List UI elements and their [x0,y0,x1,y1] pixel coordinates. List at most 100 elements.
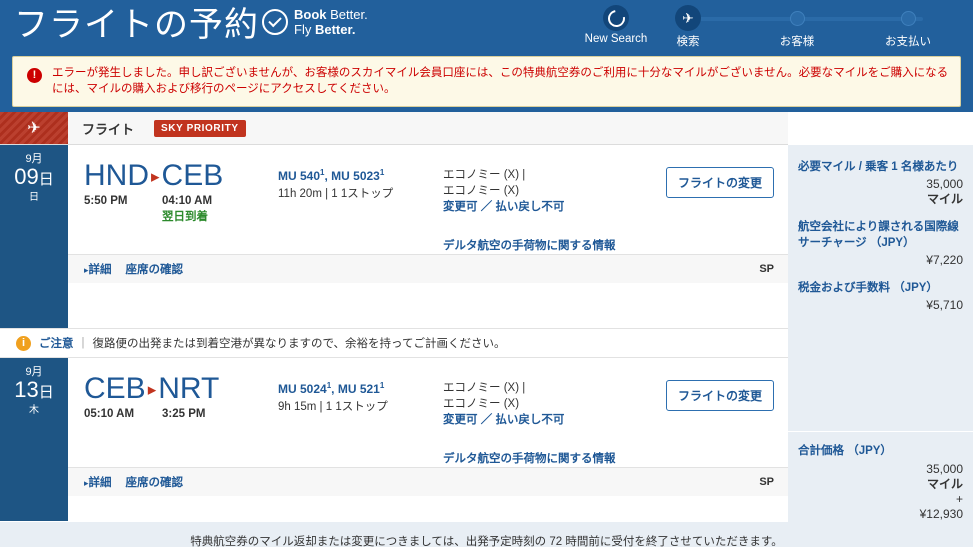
segment-cabin: エコノミー (X) | エコノミー (X) 変更可 ／ 払い戻し不可 デルタ航空… [443,372,663,467]
error-banner-wrapper: ! エラーが発生しました。申し訳ございませんが、お客様のスカイマイル会員口座には… [0,52,973,112]
notice-label: ご注意 [39,338,74,350]
segment-fare-rule: 変更可 ／ 払い戻し不可 [443,414,565,426]
flight-section-header: ✈ フライト SKY PRIORITY [0,112,788,145]
step-passenger[interactable]: お客様 [752,11,842,49]
brand-logo-text: Book Better. Fly Better. [294,8,368,36]
airplane-icon: ✈ [675,5,701,31]
notice-text: 復路便の出発または到着空港が異なりますので、余裕を持ってご計画ください。 [92,338,506,350]
segment-arrival-note: 翌日到着 [162,211,208,223]
price-miles-block: 必要マイル / 乗客 1 名様あたり 35,000 マイル [788,145,973,207]
total-miles-unit: マイル [926,477,963,491]
change-flight-button[interactable]: フライトの変更 [665,380,774,411]
airplane-icon: ✈ [0,112,68,144]
step-search[interactable]: ✈ 検索 [643,5,733,49]
step-payment[interactable]: お支払い [863,11,953,49]
segment-cabin-2: エコノミー (X) [443,185,520,197]
notice-bar: i ご注意 | 復路便の出発または到着空港が異なりますので、余裕を持ってご計画く… [0,328,788,358]
sky-priority-badge: SKY PRIORITY [154,119,246,137]
segment-body: CEB ▸NRT 05:10 AM 3:25 PM MU 50241, MU 5… [68,358,788,467]
step-passenger-label: お客様 [779,36,815,48]
error-message: エラーが発生しました。申し訳ございませんが、お客様のスカイマイル会員口座には、こ… [52,67,949,95]
segment-date-weekday: 日 [29,192,39,203]
segment-cabin: エコノミー (X) | エコノミー (X) 変更可 ／ 払い戻し不可 デルタ航空… [443,159,663,254]
step-dot-icon [900,11,916,26]
segment-date-weekday: 木 [29,405,39,416]
segment-date: 9月 13日 木 [0,358,68,521]
segment-origin: HND [84,159,149,192]
flight-section-title: フライト [82,121,135,137]
segment-action: フライトの変更 [663,372,788,467]
logo-line1-bold: Book [294,7,327,22]
flight-number-1[interactable]: MU 540 [278,169,320,183]
info-icon: i [16,335,31,351]
logo-line1-light: Better. [330,7,368,22]
error-banner: ! エラーが発生しました。申し訳ございませんが、お客様のスカイマイル会員口座には… [12,56,961,107]
total-price-block: 合計価格 （JPY） 35,000 マイル + ¥12,930 [788,432,973,522]
logo-line2-light: Fly [294,22,312,37]
total-price-label: 合計価格 （JPY） [798,445,892,457]
flight-number-2[interactable]: MU 521 [338,382,380,396]
price-surcharge-label: 航空会社により課される国際線サーチャージ （JPY） [798,221,959,249]
segment-footer: ▸詳細 座席の確認 SP [68,467,788,496]
total-price-value: 35,000 マイル + ¥12,930 [798,462,963,522]
price-miles-value: 35,000 マイル [798,177,963,207]
segment-body: HND ▸CEB 5:50 PM 04:10 AM 翌日到着 MU 5401, … [68,145,788,254]
route-arrow-icon: ▸ [151,167,160,186]
segment-date-day-unit: 日 [38,171,54,188]
flight-number-1[interactable]: MU 5024 [278,382,327,396]
segment-flight-numbers: MU 50241, MU 5211 9h 15m | 1 1ストップ [278,372,443,467]
flight-number-2[interactable]: MU 5023 [331,169,380,183]
flight-number-2-footnote: 1 [379,168,385,177]
segment-cabin-1: エコノミー (X) | [443,169,526,181]
segment-depart-time: 5:50 PM [84,195,128,207]
segment-details-label: 詳細 [88,477,112,489]
segment-sp-tag: SP [759,263,774,275]
segment-cabin-2: エコノミー (X) [443,398,520,410]
total-cash-amount: ¥12,930 [919,507,963,521]
flight-segment: 9月 13日 木 CEB ▸NRT 05:10 AM 3:25 PM MU 50… [0,358,788,521]
segment-action: フライトの変更 [663,159,788,254]
price-miles-unit: マイル [926,192,963,206]
change-flight-button[interactable]: フライトの変更 [665,167,774,198]
segment-seat-link[interactable]: 座席の確認 [126,261,184,277]
segment-details-label: 詳細 [88,264,112,276]
flight-segment: 9月 09日 日 HND ▸CEB 5:50 PM 04:10 AM 翌日到着 … [0,145,788,328]
segment-details-link[interactable]: ▸詳細 [84,474,112,490]
bottom-disclaimer: 特典航空券のマイル返却または変更につきましては、出発予定時刻の 72 時間前に受… [0,522,973,547]
segment-date-day: 09 [14,164,39,189]
price-surcharge-value: ¥7,220 [926,253,963,267]
alert-icon: ! [27,68,42,83]
price-tax-block: 税金および手数料 （JPY） ¥5,710 [788,268,973,313]
price-surcharge-block: 航空会社により課される国際線サーチャージ （JPY） ¥7,220 [788,207,973,268]
segment-duration: 9h 15m | 1 1ストップ [278,401,388,413]
segment-destination: NRT [158,372,220,405]
price-panel: 必要マイル / 乗客 1 名様あたり 35,000 マイル 航空会社により課され… [788,112,973,522]
segment-date-day: 13 [14,377,39,402]
page-title: フライトの予約 [14,6,259,44]
logo-line2-bold: Better. [314,22,356,37]
booking-page: フライトの予約 Book Better. Fly Better. New Sea… [0,0,973,547]
refresh-icon [603,5,629,31]
price-panel-spacer [788,112,973,145]
flight-number-1-footnote: 1 [326,381,332,390]
segment-arrive-time: 04:10 AM [162,195,213,207]
checkmark-badge-icon [262,9,288,35]
segment-destination: CEB [161,159,224,192]
flight-number-1-footnote: 1 [320,168,325,177]
page-header: フライトの予約 Book Better. Fly Better. New Sea… [0,0,973,52]
segment-sp-tag: SP [759,476,774,488]
flight-number-2-footnote: 1 [379,381,385,390]
segment-route: HND ▸CEB 5:50 PM 04:10 AM 翌日到着 [68,159,278,254]
segment-date-day-unit: 日 [38,384,54,401]
step-search-label: 検索 [676,36,700,48]
step-payment-label: お支払い [885,36,931,48]
brand-logo: Book Better. Fly Better. [262,8,368,36]
price-panel-gap [788,313,973,431]
segment-depart-time: 05:10 AM [84,408,135,420]
route-arrow-icon: ▸ [147,380,157,399]
segment-fare-rule: 変更可 ／ 払い戻し不可 [443,201,565,213]
baggage-info-link[interactable]: デルタ航空の手荷物に関する情報 [443,237,616,253]
baggage-info-link[interactable]: デルタ航空の手荷物に関する情報 [443,450,616,466]
segment-details-link[interactable]: ▸詳細 [84,261,112,277]
segment-seat-link[interactable]: 座席の確認 [126,474,184,490]
